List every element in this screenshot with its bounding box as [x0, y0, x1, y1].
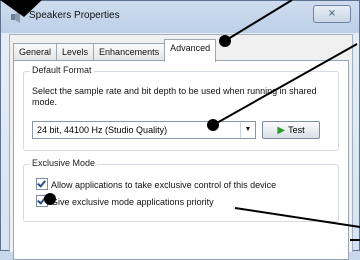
- close-button[interactable]: ⨯: [313, 5, 351, 23]
- default-format-group: Default Format Select the sample rate an…: [23, 65, 339, 151]
- chevron-down-icon[interactable]: ▼: [240, 122, 255, 138]
- tab-general[interactable]: General: [13, 43, 58, 61]
- test-button[interactable]: ▶ Test: [262, 121, 320, 139]
- test-button-label: Test: [288, 125, 305, 135]
- sample-rate-value: 24 bit, 44100 Hz (Studio Quality): [37, 125, 168, 135]
- title-bar: Speakers Properties ⨯: [1, 1, 359, 33]
- window-title: Speakers Properties: [29, 10, 120, 21]
- exclusive-priority-option[interactable]: Give exclusive mode applications priorit…: [36, 195, 214, 208]
- tab-levels[interactable]: Levels: [56, 43, 95, 61]
- play-icon: ▶: [277, 125, 286, 136]
- exclusive-control-option[interactable]: Allow applications to take exclusive con…: [36, 178, 276, 191]
- sample-rate-select[interactable]: 24 bit, 44100 Hz (Studio Quality) ▼: [32, 121, 256, 139]
- tab-advanced[interactable]: Advanced: [164, 39, 217, 62]
- exclusive-priority-checkbox[interactable]: [36, 195, 48, 207]
- tab-enhancements[interactable]: Enhancements: [93, 43, 166, 61]
- exclusive-priority-label: Give exclusive mode applications priorit…: [51, 197, 214, 207]
- exclusive-mode-label: Exclusive Mode: [30, 158, 98, 168]
- dialog-client-area: General Levels Enhancements Advanced Def…: [9, 34, 353, 260]
- speaker-icon: [11, 11, 20, 23]
- advanced-tab-panel: Default Format Select the sample rate an…: [13, 60, 349, 260]
- default-format-description: Select the sample rate and bit depth to …: [32, 86, 317, 107]
- exclusive-control-label: Allow applications to take exclusive con…: [51, 180, 277, 190]
- exclusive-control-checkbox[interactable]: [36, 178, 48, 190]
- default-format-label: Default Format: [30, 65, 94, 75]
- close-icon: ⨯: [327, 8, 337, 19]
- tab-strip: General Levels Enhancements Advanced: [13, 39, 217, 62]
- speakers-properties-window: Speakers Properties ⨯ General Levels Enh…: [0, 0, 360, 260]
- exclusive-mode-group: Exclusive Mode Allow applications to tak…: [23, 158, 339, 222]
